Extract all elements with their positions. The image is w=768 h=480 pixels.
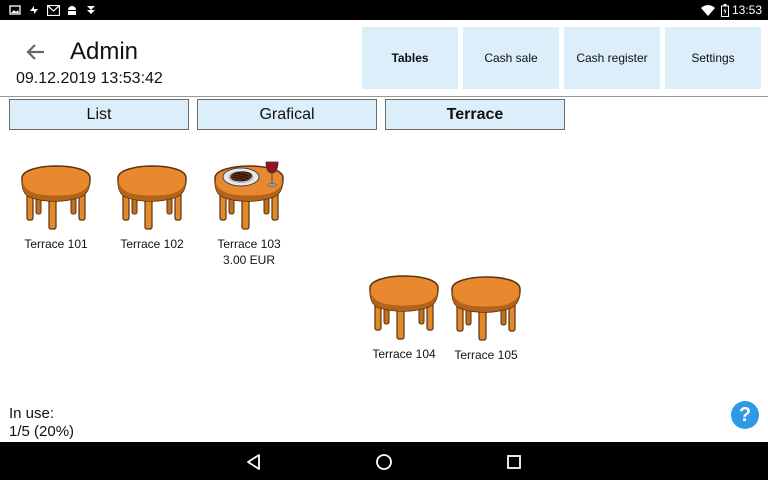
android-icon — [65, 3, 79, 17]
table-name: Terrace 105 — [454, 348, 518, 362]
in-use-label: In use: — [9, 405, 55, 422]
app-header: Admin 09.12.2019 13:53:42 Tables Cash sa… — [0, 20, 768, 97]
nav-recents-icon[interactable] — [504, 452, 524, 472]
tables-button-label: Tables — [391, 51, 429, 65]
table-icon — [117, 165, 187, 230]
settings-button-label: Settings — [691, 51, 735, 65]
help-icon[interactable]: ? — [731, 401, 759, 429]
settings-button[interactable]: Settings — [665, 27, 761, 89]
help-icon-label: ? — [738, 403, 752, 426]
image-icon — [8, 3, 22, 17]
status-bar: 13:53 — [0, 0, 768, 20]
table-terrace-102[interactable]: Terrace 102 — [104, 164, 200, 252]
tab-terrace[interactable]: Terrace — [385, 99, 565, 130]
page-title: Admin — [70, 38, 139, 65]
nav-back-icon[interactable] — [244, 452, 264, 472]
in-use-value: 1/5 (20%) — [9, 423, 75, 440]
tab-terrace-label: Terrace — [446, 105, 504, 123]
status-time: 13:53 — [731, 3, 762, 17]
table-amount: 3.00 EUR — [222, 253, 276, 267]
back-arrow-icon[interactable] — [22, 38, 50, 66]
occupied-table-icon — [214, 161, 284, 230]
tab-list[interactable]: List — [9, 99, 189, 130]
tab-grafical-label: Grafical — [259, 105, 315, 123]
table-terrace-105[interactable]: Terrace 105 — [438, 275, 534, 363]
cash-sale-button-label: Cash sale — [484, 51, 538, 65]
wifi-icon — [701, 3, 715, 17]
current-datetime: 09.12.2019 13:53:42 — [16, 70, 163, 87]
sync-icon — [27, 3, 41, 17]
table-terrace-103[interactable]: Terrace 103 3.00 EUR — [201, 156, 297, 268]
tab-list-label: List — [86, 105, 112, 123]
table-icon — [451, 276, 521, 341]
download-icon — [84, 3, 98, 17]
tables-button[interactable]: Tables — [362, 27, 458, 89]
in-use-summary: In use: 1/5 (20%) — [9, 405, 74, 441]
cash-register-button-label: Cash register — [576, 51, 648, 65]
battery-icon — [718, 3, 732, 17]
table-name: Terrace 102 — [120, 237, 184, 251]
cash-sale-button[interactable]: Cash sale — [463, 27, 559, 89]
table-icon — [21, 165, 91, 230]
tab-grafical[interactable]: Grafical — [197, 99, 377, 130]
table-terrace-101[interactable]: Terrace 101 — [8, 164, 104, 252]
cash-register-button[interactable]: Cash register — [564, 27, 660, 89]
table-name: Terrace 103 — [217, 237, 281, 251]
table-icon — [369, 275, 439, 340]
gmail-icon — [46, 3, 60, 17]
nav-home-icon[interactable] — [374, 452, 394, 472]
navigation-bar — [0, 442, 768, 480]
table-name: Terrace 101 — [24, 237, 88, 251]
